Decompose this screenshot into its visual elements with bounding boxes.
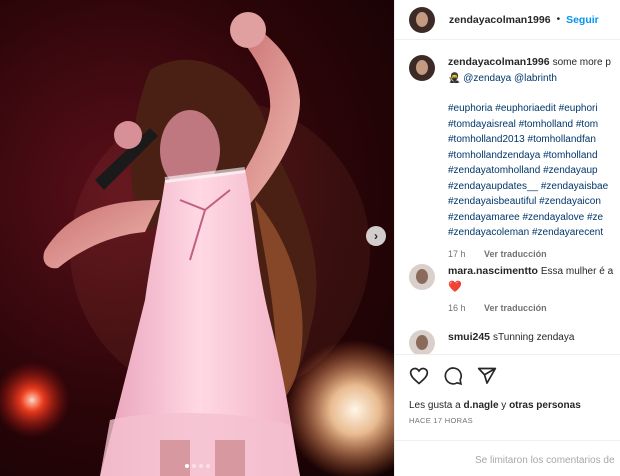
commenter-username[interactable]: smui245 (448, 331, 490, 343)
post-timestamp: HACE 17 HORAS (409, 416, 473, 425)
caption-comment: zendayacolman1996 some more p 🥷 @zendaya … (395, 55, 620, 259)
translate-link[interactable]: Ver traducción (484, 249, 547, 259)
post-actions: Les gusta a d.nagle y otras personas HAC… (395, 354, 620, 440)
hashtag-line[interactable]: #tomhollandzendaya #tomholland (448, 148, 620, 164)
carousel-dot (191, 464, 196, 468)
caption-username[interactable]: zendayacolman1996 (448, 56, 550, 68)
heart-emoji: ❤️ (448, 280, 462, 293)
caption-time: 17 h (448, 248, 466, 259)
caption-avatar[interactable] (409, 55, 435, 81)
chevron-right-icon: › (374, 229, 378, 243)
next-image-button[interactable]: › (366, 226, 386, 246)
comment-time: 16 h (448, 303, 466, 313)
commenter-username[interactable]: mara.nascimentto (448, 265, 538, 277)
follow-button[interactable]: Seguir (566, 14, 599, 26)
likes-summary: Les gusta a d.nagle y otras personas (409, 400, 581, 411)
carousel-dot (198, 464, 203, 468)
comment-item: mara.nascimentto Essa mulher é a ❤️ 16 h … (395, 264, 620, 313)
carousel-dot (205, 464, 210, 468)
commenter-avatar[interactable] (409, 264, 435, 290)
hashtag-line[interactable]: #zendayatomholland #zendayaup (448, 163, 620, 179)
share-icon[interactable] (477, 366, 497, 386)
hashtag-list: #euphoria #euphoriaedit #euphori #tomday… (448, 101, 620, 241)
heart-icon[interactable] (409, 366, 429, 386)
author-username[interactable]: zendayacolman1996 (449, 14, 551, 26)
comments-limited-notice: Se limitaron los comentarios de (395, 440, 620, 476)
post-photo (0, 12, 394, 476)
hashtag-line[interactable]: #tomholland2013 #tomhollandfan (448, 132, 620, 148)
likes-others-link[interactable]: otras personas (509, 400, 581, 411)
comment-text: Essa mulher é a (540, 266, 614, 277)
comment-meta: 16 h Ver traducción (448, 303, 620, 313)
hashtag-line[interactable]: #zendayamaree #zendayalove #ze (448, 210, 620, 226)
hashtag-line[interactable]: #zendayaupdates__ #zendayaisbae (448, 179, 620, 195)
post-header: zendayacolman1996 • Seguir (395, 0, 620, 40)
likes-prefix: Les gusta a (409, 400, 461, 411)
caption-meta: 17 h Ver traducción (448, 249, 620, 259)
post-sidebar: zendayacolman1996 • Seguir zendayacolman… (394, 0, 620, 476)
comment-text: sTunning zendaya (493, 332, 575, 343)
commenter-avatar[interactable] (409, 330, 435, 354)
translate-link[interactable]: Ver traducción (484, 303, 547, 313)
hashtag-line[interactable]: #zendayacoleman #zendayarecent (448, 225, 620, 241)
limited-comments-text: Se limitaron los comentarios de (475, 455, 615, 466)
carousel-dot (184, 464, 189, 468)
liked-by-user[interactable]: d.nagle (464, 400, 499, 411)
hashtag-line[interactable]: #euphoria #euphoriaedit #euphori (448, 101, 620, 117)
caption-mentions[interactable]: @zendaya @labrinth (463, 73, 557, 84)
author-avatar[interactable] (409, 6, 435, 33)
carousel-dots (0, 464, 394, 468)
comment-icon[interactable] (443, 366, 463, 386)
hashtag-line[interactable]: #tomdayaisreal #tomholland #tom (448, 117, 620, 133)
hashtag-line[interactable]: #zendayaisbeautiful #zendayaicon (448, 194, 620, 210)
post-media[interactable]: › (0, 0, 394, 476)
ninja-emoji: 🥷 (448, 72, 461, 84)
caption-text: some more p (552, 57, 611, 68)
likes-middle: y (501, 400, 507, 411)
comment-item: smui245 sTunning zendaya (395, 330, 620, 354)
separator-dot: • (556, 14, 561, 25)
comments-section[interactable]: zendayacolman1996 some more p 🥷 @zendaya … (395, 41, 620, 354)
